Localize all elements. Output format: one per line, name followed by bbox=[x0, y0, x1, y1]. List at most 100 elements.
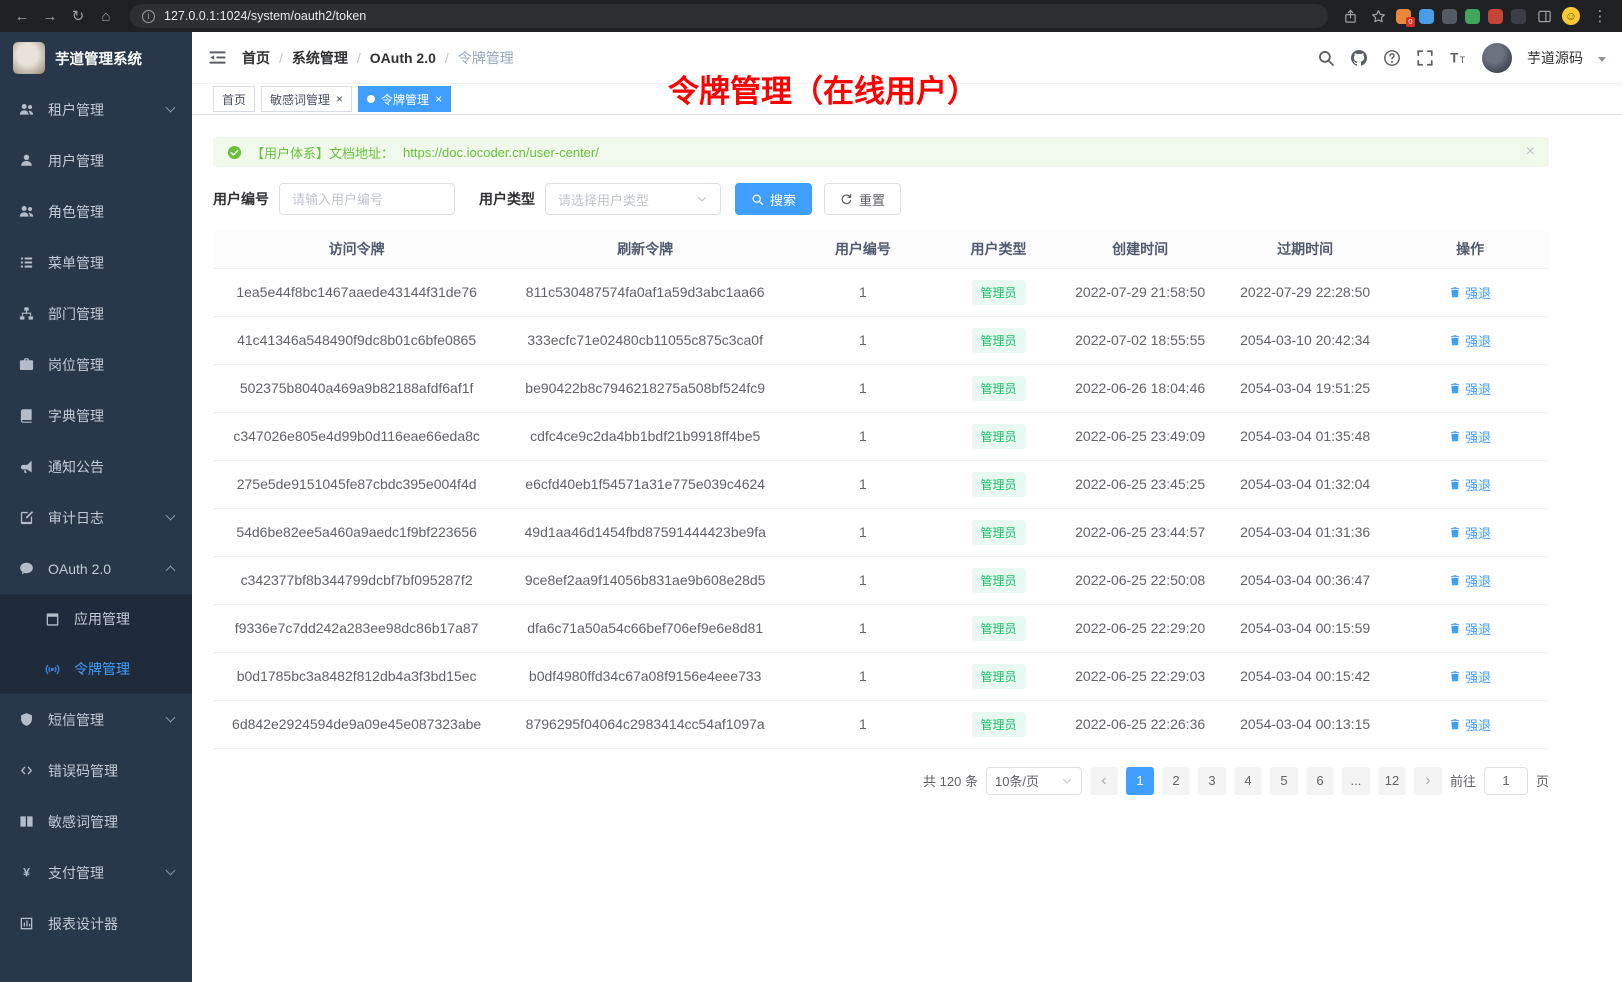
sidebar-item-audit-log[interactable]: 审计日志 bbox=[0, 492, 192, 543]
browser-home-button[interactable]: ⌂ bbox=[94, 4, 118, 28]
sidebar-item-menu[interactable]: 菜单管理 bbox=[0, 237, 192, 288]
sidebar-item-role[interactable]: 角色管理 bbox=[0, 186, 192, 237]
force-logout-button[interactable]: 强退 bbox=[1449, 427, 1491, 446]
extension-orange-icon[interactable]: 0 bbox=[1396, 9, 1411, 24]
goto-page-input[interactable] bbox=[1484, 767, 1528, 795]
user-id-input[interactable] bbox=[279, 183, 455, 215]
alert-close-icon[interactable]: × bbox=[1526, 143, 1535, 161]
force-logout-label: 强退 bbox=[1465, 523, 1491, 542]
share-icon[interactable] bbox=[1340, 6, 1360, 26]
bookmark-star-icon[interactable] bbox=[1368, 6, 1388, 26]
tab-close-icon[interactable]: × bbox=[435, 93, 442, 105]
shield-icon bbox=[19, 712, 34, 727]
page-button-2[interactable]: 2 bbox=[1162, 767, 1190, 795]
browser-refresh-button[interactable]: ↻ bbox=[66, 4, 90, 28]
expire-time-cell: 2054-03-04 00:36:47 bbox=[1219, 556, 1391, 604]
access-token-cell: c347026e805e4d99b0d116eae66eda8c bbox=[213, 412, 500, 460]
force-logout-button[interactable]: 强退 bbox=[1449, 475, 1491, 494]
username[interactable]: 芋道源码 bbox=[1527, 48, 1583, 68]
extension-red-icon[interactable] bbox=[1488, 9, 1503, 24]
tab-label: 首页 bbox=[222, 91, 246, 108]
page-button-3[interactable]: 3 bbox=[1198, 767, 1226, 795]
sidebar-item-report-designer[interactable]: 报表设计器 bbox=[0, 898, 192, 949]
tab-home[interactable]: 首页 bbox=[213, 86, 255, 112]
user-type-select[interactable]: 请选择用户类型 bbox=[545, 183, 721, 215]
force-logout-button[interactable]: 强退 bbox=[1449, 331, 1491, 350]
search-button[interactable]: 搜索 bbox=[735, 183, 812, 215]
tab-sensitive-word[interactable]: 敏感词管理× bbox=[261, 86, 352, 112]
breadcrumb-item[interactable]: 首页 bbox=[242, 48, 270, 68]
force-logout-button[interactable]: 强退 bbox=[1449, 619, 1491, 638]
created-time-cell: 2022-06-25 22:26:36 bbox=[1061, 700, 1219, 748]
page-button-4[interactable]: 4 bbox=[1234, 767, 1262, 795]
user-avatar[interactable] bbox=[1482, 43, 1512, 73]
sidebar-item-dept[interactable]: 部门管理 bbox=[0, 288, 192, 339]
breadcrumb-item[interactable]: OAuth 2.0 bbox=[370, 50, 436, 66]
user-type-placeholder: 请选择用户类型 bbox=[558, 190, 649, 209]
trash-icon bbox=[1449, 526, 1461, 538]
user-id-cell: 1 bbox=[790, 268, 936, 316]
sidebar-item-tenant[interactable]: 租户管理 bbox=[0, 84, 192, 135]
page-ellipsis[interactable]: ... bbox=[1342, 767, 1370, 795]
app-logo[interactable]: 芋道管理系统 bbox=[0, 32, 192, 84]
page-button-12[interactable]: 12 bbox=[1378, 767, 1406, 795]
sidebar-item-user[interactable]: 用户管理 bbox=[0, 135, 192, 186]
extension-blue-icon[interactable] bbox=[1419, 9, 1434, 24]
force-logout-button[interactable]: 强退 bbox=[1449, 379, 1491, 398]
font-size-icon[interactable]: TT bbox=[1449, 49, 1467, 67]
sidebar-item-notice[interactable]: 通知公告 bbox=[0, 441, 192, 492]
force-logout-button[interactable]: 强退 bbox=[1449, 523, 1491, 542]
page-button-1[interactable]: 1 bbox=[1126, 767, 1154, 795]
chevron-down-icon[interactable] bbox=[1598, 57, 1606, 62]
force-logout-button[interactable]: 强退 bbox=[1449, 283, 1491, 302]
browser-forward-button[interactable]: → bbox=[38, 4, 62, 28]
tab-token[interactable]: 令牌管理× bbox=[358, 86, 451, 112]
sidebar-item-oauth2-application[interactable]: 应用管理 bbox=[0, 594, 192, 644]
sidebar-item-sensitive-word[interactable]: 敏感词管理 bbox=[0, 796, 192, 847]
extension-dark-icon[interactable] bbox=[1442, 9, 1457, 24]
sidebar-item-label: 通知公告 bbox=[48, 457, 180, 477]
page-button-5[interactable]: 5 bbox=[1270, 767, 1298, 795]
user-id-cell: 1 bbox=[790, 460, 936, 508]
sidebar-item-post[interactable]: 岗位管理 bbox=[0, 339, 192, 390]
prev-page-button[interactable]: ‹ bbox=[1090, 767, 1118, 795]
extension-black-icon[interactable] bbox=[1511, 9, 1526, 24]
reset-button[interactable]: 重置 bbox=[824, 183, 901, 215]
page-button-6[interactable]: 6 bbox=[1306, 767, 1334, 795]
site-info-icon[interactable] bbox=[142, 10, 155, 23]
sidebar-collapse-icon[interactable] bbox=[208, 48, 227, 67]
breadcrumb-separator: / bbox=[357, 50, 361, 66]
side-panel-icon[interactable] bbox=[1534, 6, 1554, 26]
next-page-button[interactable]: › bbox=[1414, 767, 1442, 795]
page-size-select[interactable]: 10条/页 bbox=[986, 767, 1082, 795]
help-icon[interactable] bbox=[1383, 49, 1401, 67]
browser-profile-avatar[interactable] bbox=[1562, 7, 1580, 25]
tab-close-icon[interactable]: × bbox=[336, 93, 343, 105]
url-bar[interactable]: 127.0.0.1:1024/system/oauth2/token bbox=[130, 4, 1328, 28]
doc-link[interactable]: https://doc.iocoder.cn/user-center/ bbox=[403, 145, 599, 160]
force-logout-button[interactable]: 强退 bbox=[1449, 667, 1491, 686]
sidebar-item-oauth2[interactable]: OAuth 2.0 bbox=[0, 543, 192, 594]
browser-menu-icon[interactable]: ⋮ bbox=[1588, 4, 1612, 28]
browser-back-button[interactable]: ← bbox=[10, 4, 34, 28]
users-icon bbox=[19, 204, 34, 219]
alert-text: 【用户体系】文档地址： bbox=[251, 143, 394, 162]
github-icon[interactable] bbox=[1350, 49, 1368, 67]
search-icon[interactable] bbox=[1317, 49, 1335, 67]
sidebar-item-pay[interactable]: ¥支付管理 bbox=[0, 847, 192, 898]
sidebar-item-error-code[interactable]: 错误码管理 bbox=[0, 745, 192, 796]
sidebar-item-oauth2-token[interactable]: 令牌管理 bbox=[0, 644, 192, 694]
extension-green-icon[interactable] bbox=[1465, 9, 1480, 24]
sidebar-item-dict[interactable]: 字典管理 bbox=[0, 390, 192, 441]
created-time-cell: 2022-06-25 22:29:03 bbox=[1061, 652, 1219, 700]
force-logout-button[interactable]: 强退 bbox=[1449, 571, 1491, 590]
chevron-down-icon bbox=[166, 511, 176, 521]
sidebar-item-label: 审计日志 bbox=[48, 508, 153, 528]
sidebar: 芋道管理系统 租户管理用户管理角色管理菜单管理部门管理岗位管理字典管理通知公告审… bbox=[0, 32, 192, 982]
fullscreen-icon[interactable] bbox=[1416, 49, 1434, 67]
force-logout-button[interactable]: 强退 bbox=[1449, 715, 1491, 734]
svg-text:¥: ¥ bbox=[23, 866, 30, 880]
sidebar-item-label: 应用管理 bbox=[74, 609, 180, 629]
sidebar-item-sms[interactable]: 短信管理 bbox=[0, 694, 192, 745]
breadcrumb-item[interactable]: 系统管理 bbox=[292, 48, 348, 68]
